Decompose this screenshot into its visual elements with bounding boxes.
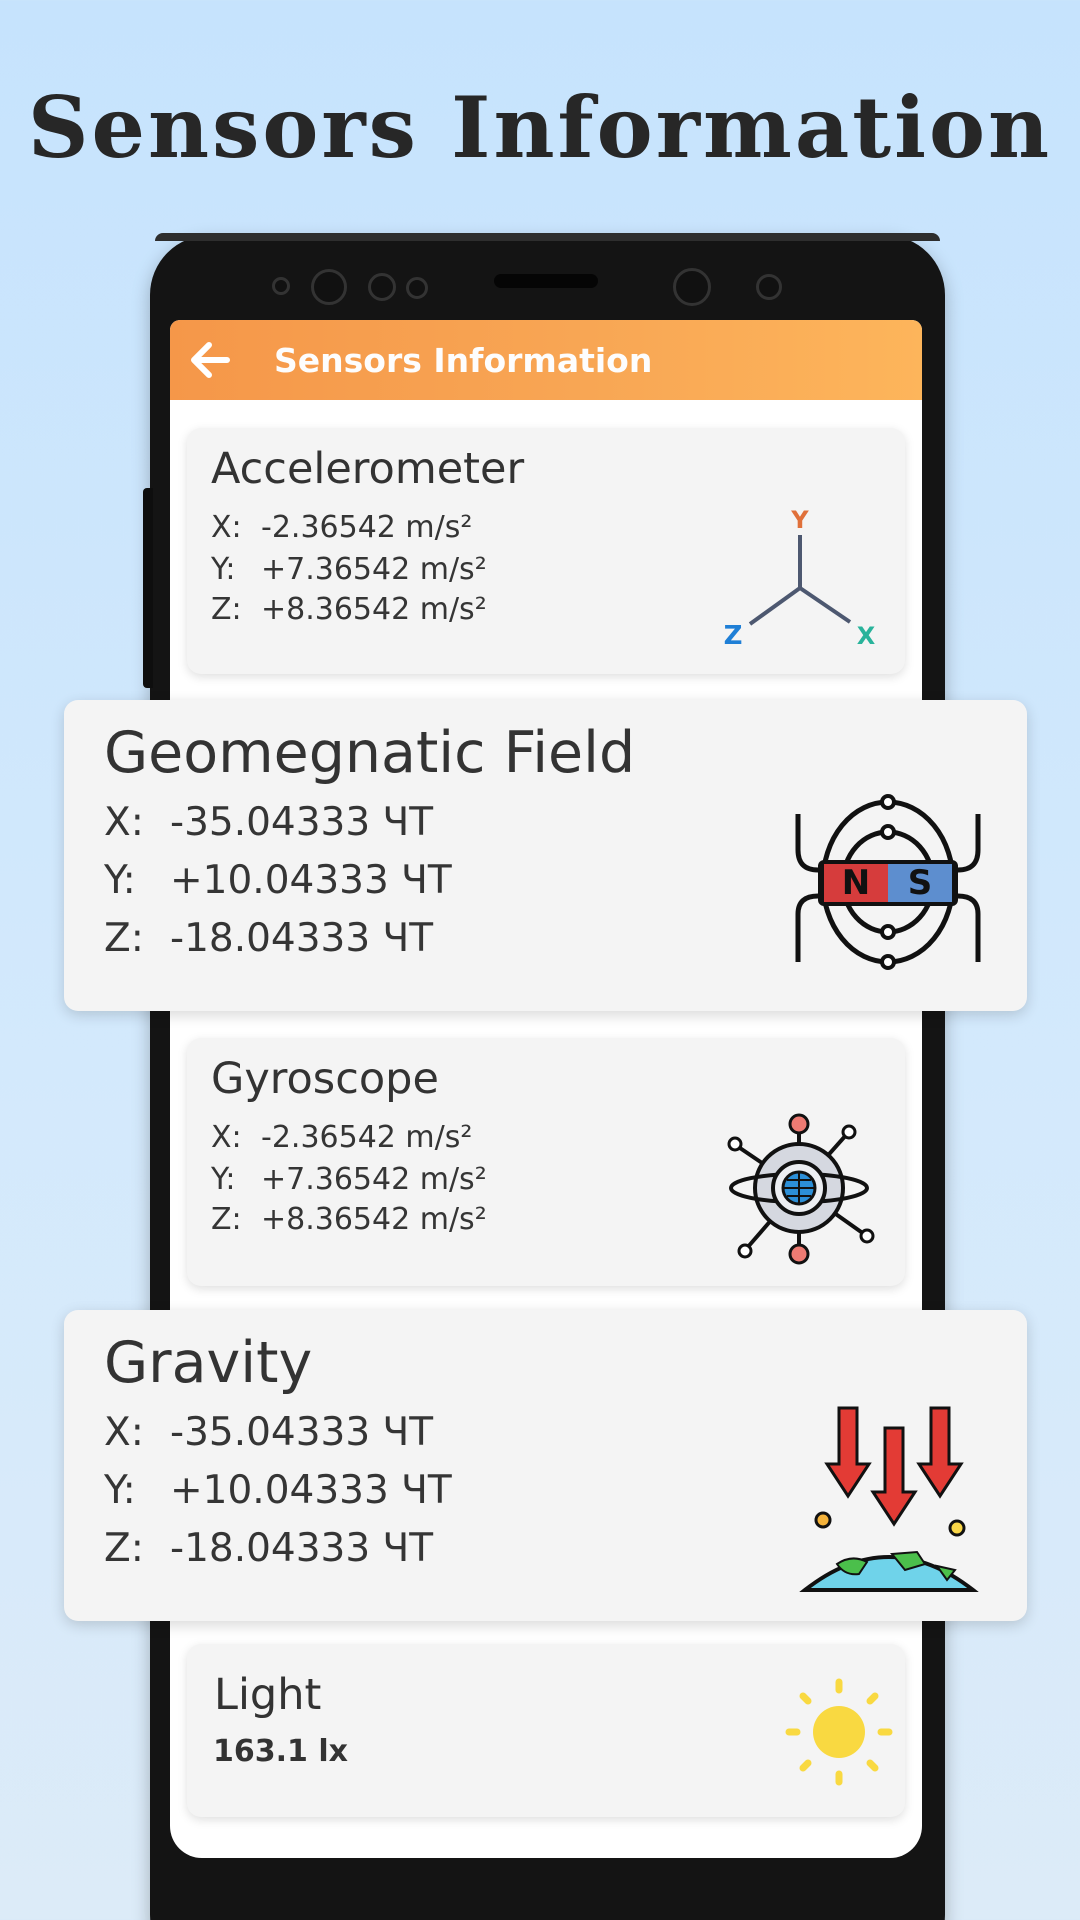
front-sensor-dot [756,274,782,300]
gyroscope-card[interactable]: Gyroscope X: -2.36542 m/s² Y: +7.36542 m… [187,1038,905,1286]
magnet-south-label: S [908,863,933,903]
light-value: 163.1 lx [213,1734,348,1769]
reading-y: Y: +10.04333 ЧТ [104,858,452,903]
reading-z: Z: -18.04333 ЧТ [104,916,433,961]
axis-label: Y: [104,858,136,903]
front-sensor-dot [272,277,290,295]
reading-value: +8.36542 m/s² [261,592,487,627]
reading-value: +7.36542 m/s² [261,1162,487,1197]
axis-x-label: X [857,622,876,650]
axis-label: Y: [211,1162,236,1197]
reading-value: -2.36542 m/s² [261,510,473,545]
reading-z: Z: +8.36542 m/s² [211,1202,487,1237]
axis-y-label: Y [790,506,809,534]
front-camera [673,268,711,306]
phone-side-button [143,488,153,688]
app-bar: Sensors Information [170,320,922,400]
geomagnetic-field-card[interactable]: Geomegnatic Field X: -35.04333 ЧТ Y: +10… [64,700,1027,1011]
reading-value: -2.36542 m/s² [261,1120,473,1155]
gravity-earth-icon [799,1406,979,1592]
reading-x: X: -35.04333 ЧТ [104,1410,433,1455]
card-title: Light [214,1670,322,1720]
reading-x: X: -35.04333 ЧТ [104,800,433,845]
card-title: Gravity [104,1330,313,1396]
front-sensor-dot [406,277,428,299]
axis-label: Y: [104,1468,136,1513]
earpiece-speaker [494,274,598,288]
axis-label: X: [104,1410,144,1455]
axis-label: Z: [211,592,242,627]
axis-label: Z: [104,1526,144,1571]
gravity-card[interactable]: Gravity X: -35.04333 ЧТ Y: +10.04333 ЧТ … [64,1310,1027,1621]
axis-label: X: [211,1120,242,1155]
front-camera [311,269,347,305]
front-sensor-dot [368,273,396,301]
reading-value: +10.04333 ЧТ [170,858,452,903]
reading-value: -35.04333 ЧТ [170,800,434,845]
reading-y: Y: +7.36542 m/s² [211,552,487,587]
light-card[interactable]: Light 163.1 lx [187,1644,905,1817]
axis-label: Z: [104,916,144,961]
xyz-axes-icon: Y Z X [724,506,876,651]
accelerometer-card[interactable]: Accelerometer X: -2.36542 m/s² Y: +7.365… [187,428,905,674]
card-title: Accelerometer [211,444,525,494]
reading-x: X: -2.36542 m/s² [211,1120,472,1155]
axis-z-label: Z [724,621,743,651]
axis-label: Z: [211,1202,242,1237]
reading-y: Y: +10.04333 ЧТ [104,1468,452,1513]
reading-value: -18.04333 ЧТ [170,916,434,961]
reading-value: +7.36542 m/s² [261,552,487,587]
reading-z: Z: +8.36542 m/s² [211,592,487,627]
card-title: Gyroscope [211,1054,439,1104]
reading-value: +10.04333 ЧТ [170,1468,452,1513]
reading-value: +8.36542 m/s² [261,1202,487,1237]
app-bar-title: Sensors Information [274,340,653,380]
axis-label: X: [104,800,144,845]
card-title: Geomegnatic Field [104,720,636,786]
axis-label: Y: [211,552,236,587]
sun-icon [785,1678,893,1786]
reading-value: -35.04333 ЧТ [170,1410,434,1455]
back-arrow-icon[interactable] [184,335,234,385]
promo-title: Sensors Information [27,78,1053,177]
reading-x: X: -2.36542 m/s² [211,510,472,545]
reading-value: -18.04333 ЧТ [170,1526,434,1571]
phone-rim [155,233,940,241]
magnet-north-label: N [842,863,870,903]
gyroscope-icon [727,1113,875,1265]
magnet-field-icon: N S [795,794,981,970]
reading-z: Z: -18.04333 ЧТ [104,1526,433,1571]
axis-label: X: [211,510,242,545]
reading-y: Y: +7.36542 m/s² [211,1162,487,1197]
